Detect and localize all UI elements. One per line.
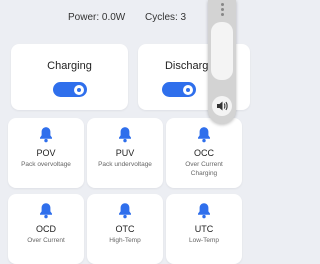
alarm-description: Over Current Charging (185, 161, 223, 177)
alarm-code: POV (36, 148, 56, 158)
sound-icon (217, 101, 228, 111)
sound-button[interactable] (212, 96, 232, 116)
alarm-card-occ[interactable]: OCC Over Current Charging (166, 118, 242, 188)
charging-card: Charging (11, 44, 128, 110)
alarm-description: Pack overvoltage (21, 161, 71, 168)
alarm-code: OCC (194, 148, 214, 158)
bell-icon (40, 203, 52, 219)
charging-label: Charging (47, 60, 92, 72)
volume-slider[interactable] (211, 22, 233, 80)
toggle-knob (183, 84, 193, 95)
bell-icon (198, 127, 210, 143)
side-volume-panel[interactable] (208, 0, 236, 124)
cycles-readout: Cycles: 3 (145, 12, 187, 23)
alarm-card-ocd[interactable]: OCD Over Current (8, 194, 84, 264)
alarm-card-otc[interactable]: OTC High-Temp (87, 194, 163, 264)
power-readout: Power: 0.0W (68, 12, 126, 23)
toggle-knob (74, 84, 84, 95)
bell-icon (40, 127, 52, 143)
drag-handle-dots[interactable] (220, 3, 224, 18)
alarm-code: UTC (194, 224, 214, 234)
alarm-card-utc[interactable]: UTC Low-Temp (166, 194, 242, 264)
discharging-toggle[interactable] (162, 82, 196, 97)
alarm-code: OCD (36, 224, 56, 234)
alarm-code: OTC (115, 224, 135, 234)
alarm-description: Low-Temp (189, 237, 219, 244)
alarm-card-pov[interactable]: POV Pack overvoltage (8, 118, 84, 188)
alarm-description: Over Current (27, 237, 65, 244)
bell-icon (119, 127, 131, 143)
bell-icon (198, 203, 210, 219)
alarm-description: Pack undervoltage (98, 161, 152, 168)
charging-toggle[interactable] (53, 82, 87, 97)
bell-icon (119, 203, 131, 219)
alarm-code: PUV (115, 148, 135, 158)
alarm-description: High-Temp (109, 237, 141, 244)
alarm-card-puv[interactable]: PUV Pack undervoltage (87, 118, 163, 188)
